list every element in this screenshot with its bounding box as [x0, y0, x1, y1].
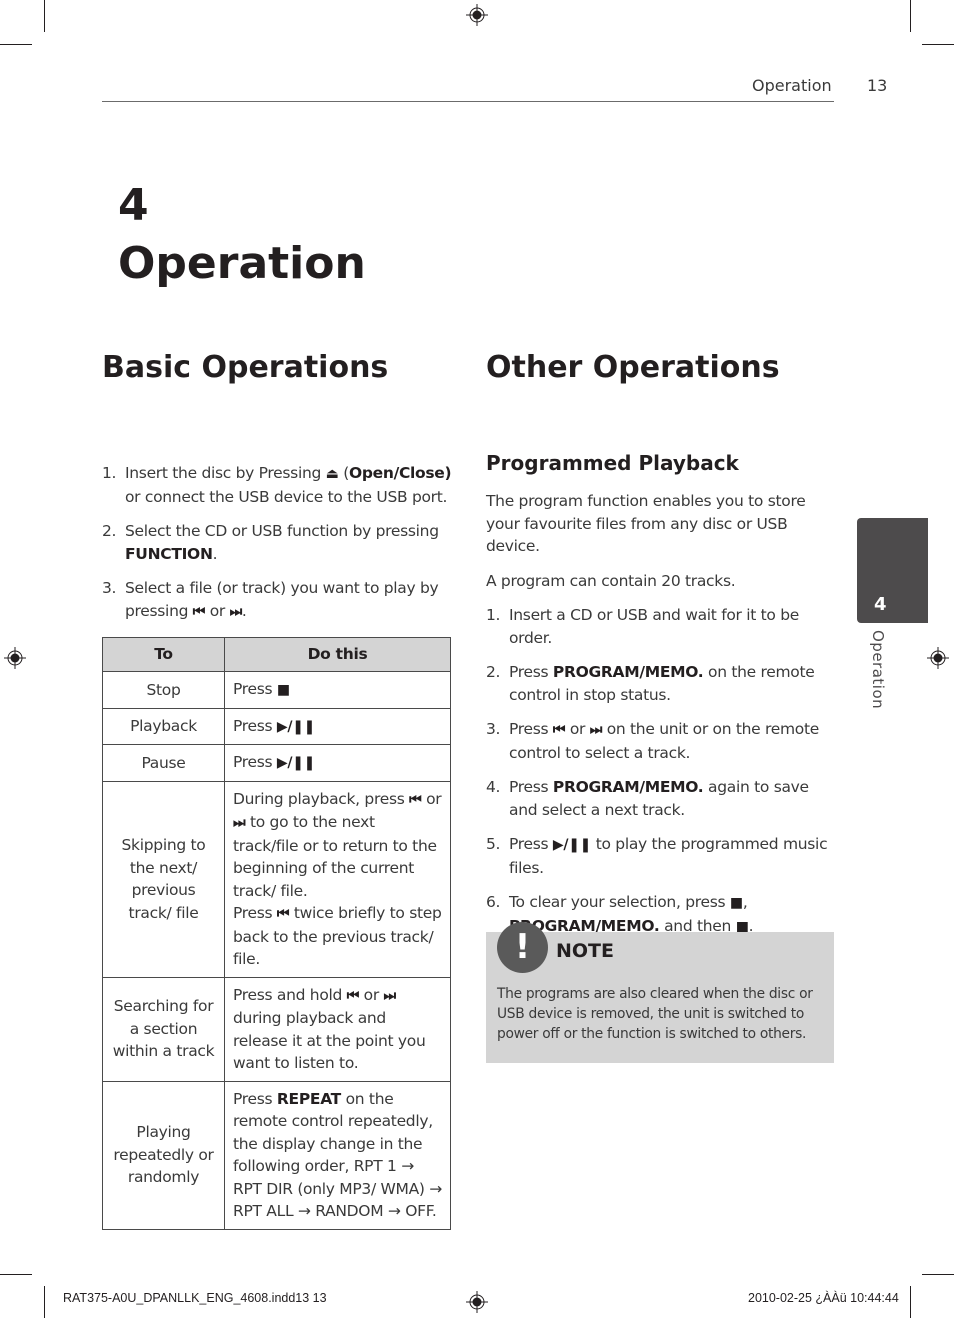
cell-to: Playback — [102, 707, 225, 745]
table-row: Searching for a section within a track Pr… — [102, 976, 451, 1082]
basic-steps-list: 1. Insert the disc by Pressing ⏏ (Open/Cl… — [102, 462, 454, 623]
step-number: 6. — [486, 893, 501, 911]
crop-mark — [44, 0, 45, 32]
crop-mark — [910, 0, 911, 32]
note-title: NOTE — [556, 940, 614, 962]
list-item: 4. Press PROGRAM/MEMO. again to save and … — [486, 778, 809, 819]
operations-table: To Do this Stop Press ■ Playback Press ▶/❚❚… — [102, 637, 451, 1230]
bold-keyword: PROGRAM/MEMO. — [552, 778, 704, 796]
crop-mark — [0, 44, 32, 45]
stop-icon: ■ — [729, 895, 743, 911]
cell-do-this: During playback, press ⏮ or ⏭ to go to t… — [224, 780, 451, 978]
cell-to: Pause — [102, 744, 225, 782]
header-rule — [102, 101, 834, 102]
cell-to: Playing repeatedly or randomly — [102, 1080, 225, 1230]
cell-to: Skipping to the next/ previous track/ fi… — [102, 780, 225, 978]
note-text: The programs are also cleared when the d… — [497, 986, 813, 1042]
cell-to: Searching for a section within a track — [102, 976, 225, 1082]
list-item: 5. Press ▶/❚❚ to play the programmed musi… — [486, 835, 828, 877]
step-number: 3. — [486, 720, 501, 738]
basic-operations-steps: 1. Insert the disc by Pressing ⏏ (Open/Cl… — [102, 462, 454, 635]
skip-forward-icon: ⏭ — [589, 722, 603, 738]
programmed-playback-content: The program function enables you to stor… — [486, 490, 838, 950]
table-row: Stop Press ■ — [102, 671, 451, 709]
page-number: 13 — [867, 76, 888, 95]
cell-do-this: Press ▶/❚❚ — [224, 744, 451, 782]
registration-mark-icon — [4, 647, 26, 669]
column-header-to: To — [102, 637, 225, 672]
intro-paragraph: The program function enables you to stor… — [486, 492, 806, 555]
step-number: 4. — [486, 778, 501, 796]
list-item: 2. Select the CD or USB function by press… — [102, 522, 439, 563]
table-row: Playback Press ▶/❚❚ — [102, 707, 451, 745]
crop-mark — [922, 1274, 954, 1275]
table-header-row: To Do this — [102, 637, 451, 672]
subsection-title-programmed-playback: Programmed Playback — [486, 451, 739, 475]
chapter-title: Operation — [118, 238, 366, 289]
crop-mark — [44, 1286, 45, 1318]
step-number: 1. — [102, 464, 117, 482]
programmed-steps-list: 1. Insert a CD or USB and wait for it to … — [486, 604, 838, 938]
list-item: 1. Insert a CD or USB and wait for it to … — [486, 606, 800, 647]
skip-back-icon: ⏮ — [276, 906, 290, 922]
step-number: 1. — [486, 606, 501, 624]
bold-keyword: FUNCTION — [125, 544, 213, 563]
operations-table-body: Stop Press ■ Playback Press ▶/❚❚ Pause Press … — [102, 671, 451, 1230]
step-number: 2. — [486, 663, 501, 681]
list-item: 2. Press PROGRAM/MEMO. on the remote cont… — [486, 663, 815, 704]
bold-keyword: PROGRAM/MEMO. — [552, 663, 704, 681]
cell-do-this: Press REPEAT on the remote control repea… — [224, 1080, 451, 1230]
list-item: 3. Select a file (or track) you want to p… — [102, 579, 439, 620]
side-tab-label: Operation — [869, 630, 887, 710]
eject-icon: ⏏ — [325, 466, 339, 482]
cell-do-this: Press and hold ⏮ or ⏭ during playback an… — [224, 976, 451, 1082]
table-row: Skipping to the next/ previous track/ fi… — [102, 780, 451, 978]
crop-mark — [910, 1286, 911, 1318]
section-title-other-operations: Other Operations — [486, 350, 780, 385]
table-row: Pause Press ▶/❚❚ — [102, 744, 451, 782]
crop-mark — [922, 44, 954, 45]
skip-forward-icon: ⏭ — [233, 815, 246, 831]
registration-mark-icon — [466, 1291, 488, 1313]
chapter-side-tab — [857, 518, 928, 623]
chapter-number: 4 — [118, 180, 149, 231]
registration-mark-icon — [927, 647, 949, 669]
skip-back-icon: ⏮ — [552, 722, 566, 738]
column-header-do-this: Do this — [224, 637, 451, 672]
exclamation-icon: ! — [497, 922, 548, 973]
section-title-basic-operations: Basic Operations — [102, 350, 389, 385]
running-header-title: Operation — [752, 76, 832, 95]
step-number: 2. — [102, 522, 117, 540]
bold-keyword: Open/Close) — [348, 464, 452, 482]
skip-back-icon: ⏮ — [192, 603, 206, 620]
crop-mark — [0, 1274, 32, 1275]
skip-back-icon: ⏮ — [409, 791, 422, 808]
table-row: Playing repeatedly or randomly Press REPE… — [102, 1080, 451, 1230]
play-pause-icon: ▶/❚❚ — [276, 755, 316, 771]
side-tab-number: 4 — [874, 594, 887, 615]
footer-file-slug: RAT375-A0U_DPANLLK_ENG_4608.indd13 13 — [63, 1291, 327, 1305]
skip-forward-icon: ⏭ — [383, 987, 397, 1004]
step-number: 3. — [102, 579, 117, 597]
step-number: 5. — [486, 835, 501, 853]
play-pause-icon: ▶/❚❚ — [552, 837, 592, 853]
skip-back-icon: ⏮ — [346, 987, 360, 1004]
cell-to: Stop — [102, 671, 225, 709]
stop-icon: ■ — [276, 682, 290, 698]
play-pause-icon: ▶/❚❚ — [276, 718, 316, 735]
registration-mark-icon — [466, 4, 488, 26]
list-item: 1. Insert the disc by Pressing ⏏ (Open/Cl… — [102, 464, 452, 506]
list-item: 3. Press ⏮ or ⏭ on the unit or on the rem… — [486, 720, 819, 762]
intro-paragraph: A program can contain 20 tracks. — [486, 571, 736, 590]
footer-timestamp: 2010-02-25 ¿ÀÀü 10:44:44 — [748, 1291, 899, 1305]
bold-keyword: REPEAT — [276, 1089, 341, 1108]
skip-forward-icon: ⏭ — [229, 603, 243, 620]
cell-do-this: Press ■ — [224, 671, 451, 709]
cell-do-this: Press ▶/❚❚ — [224, 707, 451, 745]
